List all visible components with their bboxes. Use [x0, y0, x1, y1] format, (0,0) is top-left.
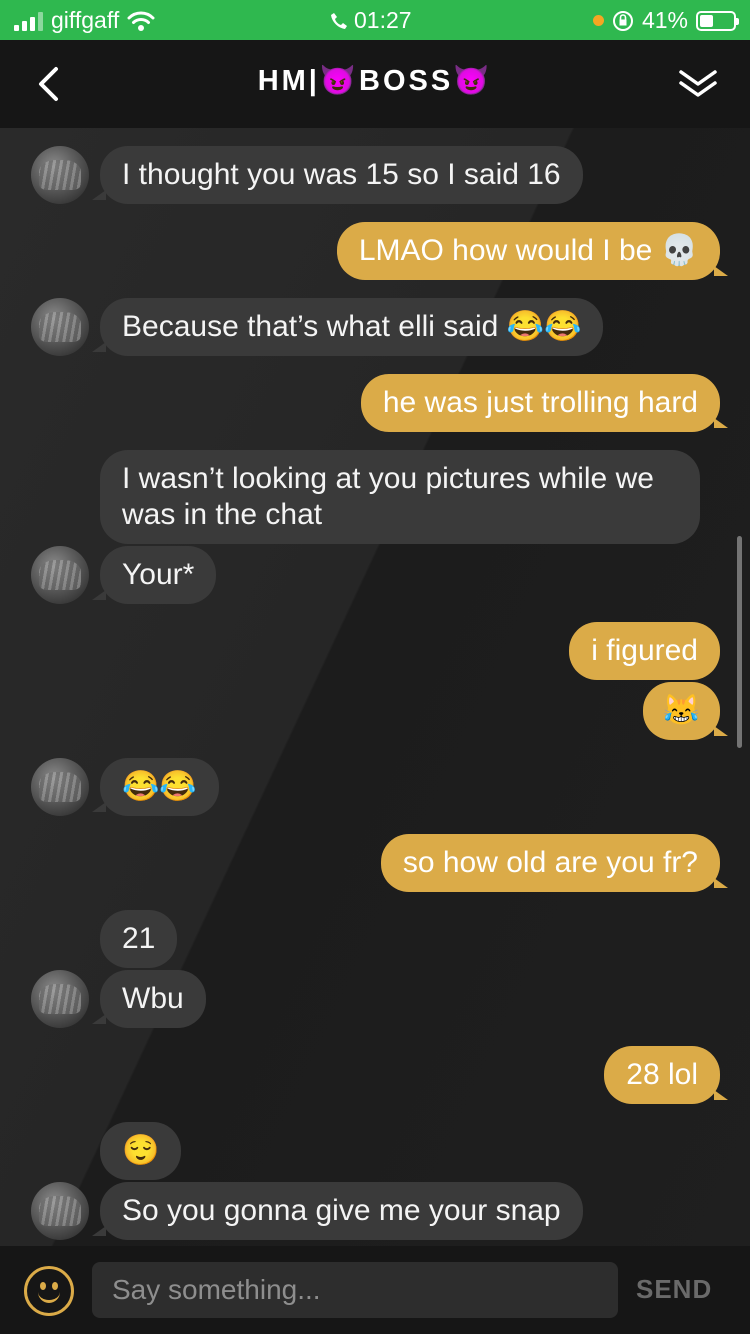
avatar[interactable]	[31, 1182, 89, 1240]
message-list[interactable]: I thought you was 15 so I said 16 LMAO h…	[0, 128, 750, 1246]
battery-percent: 41%	[641, 7, 688, 33]
message-bubble-sent[interactable]: 28 lol	[604, 1046, 728, 1104]
chat-title[interactable]: HM|😈BOSS😈	[0, 64, 750, 98]
phone-call-icon	[331, 12, 347, 29]
status-bar: giffgaff 01:27 41%	[0, 0, 750, 40]
message-bubble-received[interactable]: 😌	[100, 1122, 182, 1180]
message-bubble-received[interactable]: 😂😂	[92, 758, 219, 816]
signal-icon	[14, 11, 43, 31]
message-bubble-received[interactable]: Your*	[91, 546, 217, 604]
message-bubble-received[interactable]: I wasn’t looking at you pictures while w…	[100, 450, 700, 544]
message-bubble-sent[interactable]: he was just trolling hard	[360, 374, 729, 432]
avatar[interactable]	[31, 146, 89, 204]
composer-bar: SEND	[0, 1246, 750, 1334]
avatar[interactable]	[31, 758, 89, 816]
avatar[interactable]	[31, 298, 89, 356]
send-button[interactable]: SEND	[636, 1274, 712, 1305]
scrollbar[interactable]	[737, 536, 742, 748]
status-center: 01:27	[330, 7, 412, 34]
battery-icon	[696, 10, 739, 31]
rotation-lock-icon	[612, 10, 633, 31]
message-bubble-received[interactable]: So you gonna give me your snap	[92, 1182, 583, 1240]
chat-header: HM|😈BOSS😈	[0, 40, 750, 128]
message-bubble-sent[interactable]: LMAO how would I be 💀	[336, 222, 729, 280]
message-bubble-sent[interactable]: i figured	[569, 622, 720, 680]
clock: 01:27	[354, 7, 412, 33]
collapse-button[interactable]	[676, 62, 720, 106]
double-chevron-down-icon	[679, 70, 717, 97]
message-bubble-received[interactable]: Wbu	[92, 970, 206, 1028]
message-bubble-sent[interactable]: 😹	[642, 682, 729, 740]
status-left: giffgaff	[14, 7, 155, 34]
mic-indicator-dot	[592, 15, 604, 26]
avatar[interactable]	[31, 546, 89, 604]
message-bubble-received[interactable]: 21	[100, 910, 178, 968]
smiley-icon[interactable]	[24, 1266, 74, 1316]
message-bubble-sent[interactable]: so how old are you fr?	[380, 834, 729, 892]
message-bubble-received[interactable]: I thought you was 15 so I said 16	[92, 146, 583, 204]
message-bubble-received[interactable]: Because that’s what elli said 😂😂	[91, 298, 604, 356]
message-input[interactable]	[92, 1262, 618, 1318]
wifi-icon	[127, 11, 155, 31]
status-right: 41%	[592, 7, 739, 34]
carrier-name: giffgaff	[51, 7, 120, 33]
avatar[interactable]	[31, 970, 89, 1028]
